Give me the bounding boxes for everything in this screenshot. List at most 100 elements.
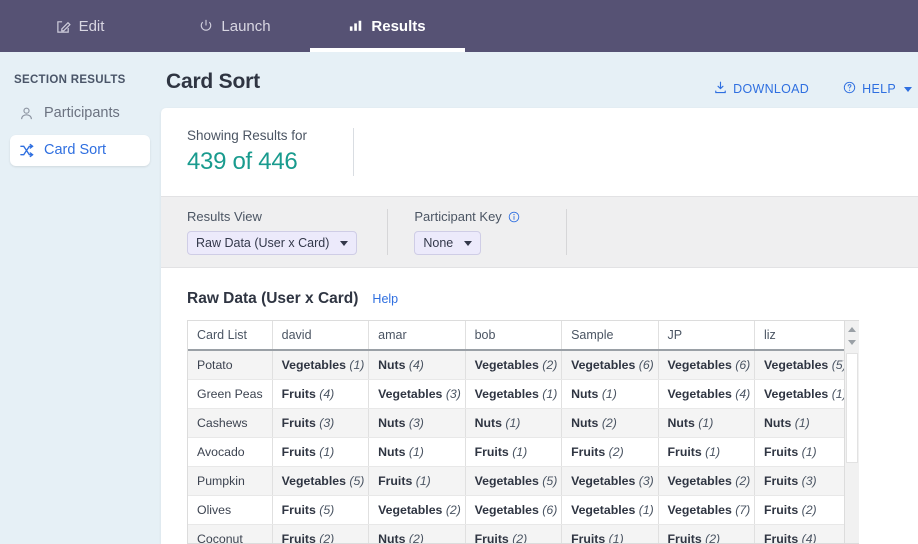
table-cell-card-name: Pumpkin xyxy=(188,467,272,496)
table-cell-category: Fruits (1) xyxy=(562,525,658,544)
raw-data-help-link[interactable]: Help xyxy=(372,292,398,306)
table-cell-category: Vegetables (2) xyxy=(465,350,561,380)
download-icon xyxy=(714,81,727,97)
table-row: AvocadoFruits (1)Nuts (1)Fruits (1)Fruit… xyxy=(188,438,859,467)
table-cell-category: Nuts (1) xyxy=(465,409,561,438)
header-actions: DOWNLOAD HELP xyxy=(714,81,912,97)
raw-data-section: Raw Data (User x Card) Help Card Listdav… xyxy=(161,268,918,544)
shuffle-icon xyxy=(18,143,35,158)
results-view-label: Results View xyxy=(187,209,357,224)
table-cell-category: Vegetables (5) xyxy=(465,467,561,496)
table-cell-category: Nuts (1) xyxy=(755,409,851,438)
table-cell-card-name: Avocado xyxy=(188,438,272,467)
table-cell-category: Vegetables (1) xyxy=(272,350,368,380)
participant-key-group: Participant Key None xyxy=(388,209,566,255)
tab-launch[interactable]: Launch xyxy=(160,0,310,52)
table-cell-category: Fruits (3) xyxy=(755,467,851,496)
table-cell-category: Vegetables (4) xyxy=(658,380,754,409)
download-label: DOWNLOAD xyxy=(733,82,809,96)
table-cell-category: Vegetables (6) xyxy=(658,350,754,380)
table-cell-card-name: Olives xyxy=(188,496,272,525)
raw-data-header: Raw Data (User x Card) Help xyxy=(187,290,918,308)
tab-edit-label: Edit xyxy=(79,18,105,35)
table-cell-category: Nuts (1) xyxy=(658,409,754,438)
chevron-down-icon xyxy=(464,241,472,246)
table-cell-category: Nuts (3) xyxy=(369,409,465,438)
chevron-down-icon xyxy=(340,241,348,246)
table-cell-category: Vegetables (5) xyxy=(272,467,368,496)
table-column-header: Sample xyxy=(562,321,658,350)
vertical-scrollbar[interactable] xyxy=(844,321,859,543)
table-column-header: bob xyxy=(465,321,561,350)
table-header: Card ListdavidamarbobSampleJPlizM xyxy=(188,321,859,350)
help-label: HELP xyxy=(862,82,896,96)
table-cell-category: Fruits (4) xyxy=(272,380,368,409)
sidebar: SECTION RESULTS Participants Card Sort xyxy=(0,52,160,543)
sidebar-item-card-sort-label: Card Sort xyxy=(44,143,106,158)
chevron-down-icon xyxy=(904,87,912,92)
raw-data-title: Raw Data (User x Card) xyxy=(187,290,358,308)
sidebar-item-participants[interactable]: Participants xyxy=(10,98,150,129)
table-header-row: Card ListdavidamarbobSampleJPlizM xyxy=(188,321,859,350)
question-circle-icon xyxy=(843,81,856,97)
sidebar-heading: SECTION RESULTS xyxy=(0,74,160,98)
table-cell-category: Fruits (2) xyxy=(562,438,658,467)
info-icon[interactable] xyxy=(508,211,520,223)
page-header: Card Sort DOWNLOAD xyxy=(160,70,918,108)
tab-results[interactable]: Results xyxy=(310,0,465,52)
table-cell-card-name: Green Peas xyxy=(188,380,272,409)
showing-results-label: Showing Results for xyxy=(187,128,307,143)
table-cell-category: Vegetables (7) xyxy=(658,496,754,525)
table-cell-category: Nuts (1) xyxy=(562,380,658,409)
table-row: Green PeasFruits (4)Vegetables (3)Vegeta… xyxy=(188,380,859,409)
table-cell-card-name: Potato xyxy=(188,350,272,380)
showing-results-block: Showing Results for 439 of 446 xyxy=(187,128,354,176)
table-cell-card-name: Coconut xyxy=(188,525,272,544)
table-row: OlivesFruits (5)Vegetables (2)Vegetables… xyxy=(188,496,859,525)
participant-key-value: None xyxy=(423,236,453,250)
main-content: Card Sort DOWNLOAD xyxy=(160,52,918,543)
table-column-header: liz xyxy=(755,321,851,350)
page-title: Card Sort xyxy=(166,70,260,94)
download-button[interactable]: DOWNLOAD xyxy=(714,81,809,97)
table-row: PumpkinVegetables (5)Fruits (1)Vegetable… xyxy=(188,467,859,496)
sidebar-item-participants-label: Participants xyxy=(44,106,120,121)
tab-results-label: Results xyxy=(371,18,425,35)
raw-data-table-viewport: Card ListdavidamarbobSampleJPlizM Potato… xyxy=(187,320,859,544)
results-view-group: Results View Raw Data (User x Card) xyxy=(187,209,388,255)
sidebar-item-card-sort[interactable]: Card Sort xyxy=(10,135,150,166)
table-column-header: Card List xyxy=(188,321,272,350)
scrollbar-thumb[interactable] xyxy=(846,353,858,463)
table-cell-category: Fruits (1) xyxy=(369,467,465,496)
table-cell-category: Vegetables (2) xyxy=(658,467,754,496)
participant-key-label: Participant Key xyxy=(414,209,519,224)
table-cell-category: Vegetables (1) xyxy=(562,496,658,525)
table-cell-category: Fruits (2) xyxy=(755,496,851,525)
results-card: Showing Results for 439 of 446 Results V… xyxy=(161,108,918,544)
raw-data-table: Card ListdavidamarbobSampleJPlizM Potato… xyxy=(188,321,859,544)
table-cell-category: Vegetables (2) xyxy=(369,496,465,525)
table-cell-category: Vegetables (6) xyxy=(465,496,561,525)
results-view-select[interactable]: Raw Data (User x Card) xyxy=(187,231,357,255)
table-body: PotatoVegetables (1)Nuts (4)Vegetables (… xyxy=(188,350,859,544)
tab-edit[interactable]: Edit xyxy=(0,0,160,52)
table-cell-category: Vegetables (3) xyxy=(562,467,658,496)
table-column-header: JP xyxy=(658,321,754,350)
table-cell-category: Nuts (2) xyxy=(562,409,658,438)
table-cell-category: Fruits (4) xyxy=(755,525,851,544)
table-row: PotatoVegetables (1)Nuts (4)Vegetables (… xyxy=(188,350,859,380)
scroll-down-icon[interactable] xyxy=(848,340,856,345)
participant-key-select[interactable]: None xyxy=(414,231,481,255)
table-cell-card-name: Cashews xyxy=(188,409,272,438)
table-column-header: amar xyxy=(369,321,465,350)
scroll-up-icon[interactable] xyxy=(848,327,856,332)
results-summary: Showing Results for 439 of 446 xyxy=(161,108,918,196)
person-icon xyxy=(18,106,35,121)
power-icon xyxy=(199,19,213,33)
help-menu-button[interactable]: HELP xyxy=(843,81,912,97)
table-cell-category: Vegetables (1) xyxy=(465,380,561,409)
table-cell-category: Vegetables (3) xyxy=(369,380,465,409)
top-navigation: Edit Launch Results xyxy=(0,0,918,52)
table-cell-category: Fruits (2) xyxy=(272,525,368,544)
table-cell-category: Vegetables (5) xyxy=(755,350,851,380)
